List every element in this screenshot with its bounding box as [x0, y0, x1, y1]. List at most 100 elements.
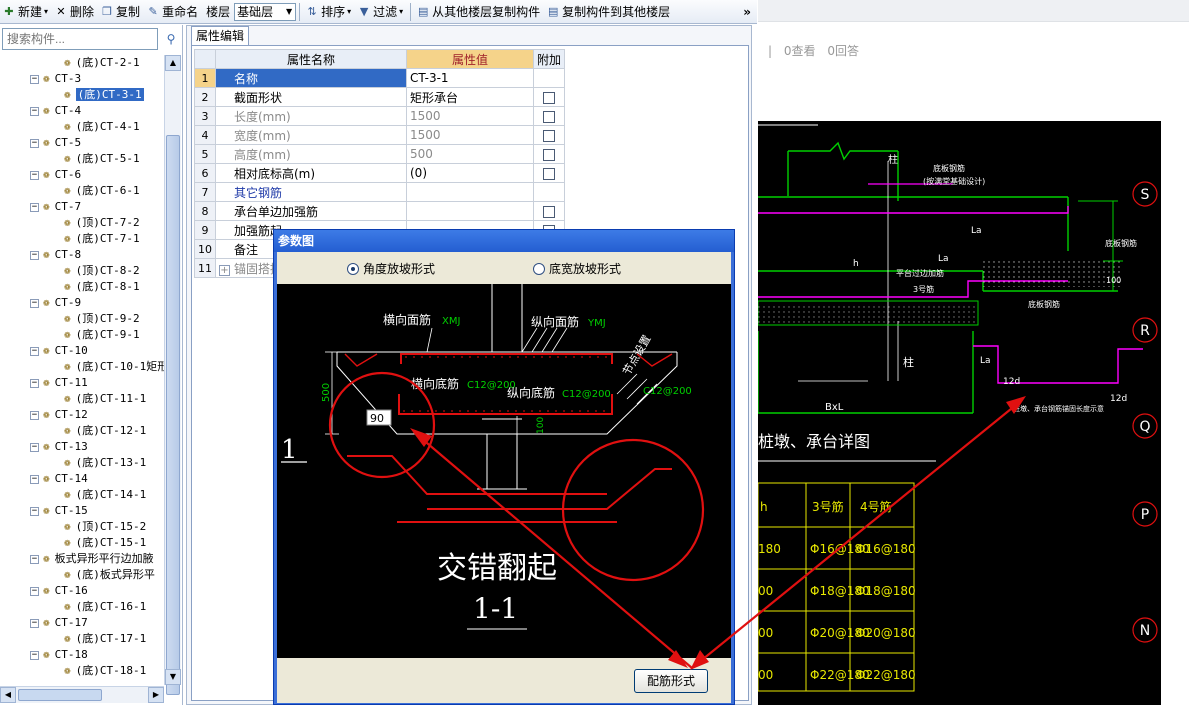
table-row[interactable]: 2 截面形状 矩形承台 — [194, 87, 566, 107]
collapse-icon[interactable]: − — [30, 650, 39, 660]
collapse-icon[interactable]: − — [30, 618, 39, 628]
tree-item[interactable]: ❁ (底)CT-18-1 — [64, 663, 146, 679]
tree-group[interactable]: − ❁ CT-9 — [30, 295, 81, 311]
angle-input[interactable]: 90 — [370, 412, 384, 425]
copy-to-floor-button[interactable]: ▤ 复制构件到其他楼层 — [544, 1, 672, 23]
tree-item[interactable]: ❁ (底)板式异形平 — [64, 567, 155, 583]
property-value[interactable]: (0) — [406, 163, 534, 183]
property-value[interactable]: CT-3-1 — [406, 68, 534, 88]
rename-button[interactable]: ✎ 重命名 — [144, 1, 200, 23]
collapse-icon[interactable]: − — [30, 250, 39, 260]
search-icon[interactable]: ⚲ — [161, 28, 181, 50]
tree-group[interactable]: − ❁ CT-13 — [30, 439, 88, 455]
collapse-icon[interactable]: − — [30, 586, 39, 596]
tree-group[interactable]: − ❁ CT-18 — [30, 647, 88, 663]
tree-item[interactable]: ❁ (顶)CT-8-2 — [64, 263, 140, 279]
delete-button[interactable]: ✕ 删除 — [52, 1, 96, 23]
scroll-down-icon[interactable]: ▼ — [165, 669, 181, 685]
tree-group[interactable]: − ❁ CT-7 — [30, 199, 81, 215]
radio-width-slope[interactable]: 底宽放坡形式 — [533, 260, 621, 277]
tree-item[interactable]: ❁ (底)CT-13-1 — [64, 455, 146, 471]
table-row[interactable]: 3 长度(mm) 1500 — [194, 106, 566, 126]
copy-from-floor-button[interactable]: ▤ 从其他楼层复制构件 — [414, 1, 542, 23]
extra-checkbox[interactable] — [543, 205, 555, 218]
tree-group[interactable]: − ❁ CT-17 — [30, 615, 88, 631]
tree-horizontal-scrollbar[interactable]: ◀ ▶ — [0, 686, 164, 703]
tree-group[interactable]: − ❁ CT-15 — [30, 503, 88, 519]
search-input[interactable] — [2, 28, 158, 50]
collapse-icon[interactable]: − — [30, 170, 39, 180]
tree-item[interactable]: ❁ (底)CT-15-1 — [64, 535, 146, 551]
tree-item[interactable]: ❁ (顶)CT-9-2 — [64, 311, 140, 327]
tree-group[interactable]: − ❁ CT-10 — [30, 343, 88, 359]
property-value[interactable]: 500 — [406, 144, 534, 164]
tree-group[interactable]: − ❁ CT-4 — [30, 103, 81, 119]
scroll-thumb[interactable] — [18, 689, 102, 701]
tree-group[interactable]: − ❁ CT-3 — [30, 71, 81, 87]
expand-icon[interactable]: + — [219, 264, 230, 276]
copy-button[interactable]: ❐ 复制 — [98, 1, 142, 23]
collapse-icon[interactable]: − — [30, 298, 39, 308]
tree-item[interactable]: ❁ (底)CT-17-1 — [64, 631, 146, 647]
table-row[interactable]: 1 名称 CT-3-1 — [194, 68, 566, 88]
floor-select[interactable]: 基础层 ▼ — [234, 2, 297, 21]
dialog-title[interactable]: 参数图 — [274, 230, 734, 252]
tree-item[interactable]: ❁ (底)CT-7-1 — [64, 231, 140, 247]
table-row[interactable]: 4 宽度(mm) 1500 — [194, 125, 566, 145]
extra-checkbox[interactable] — [543, 110, 555, 123]
tree-group[interactable]: − ❁ CT-8 — [30, 247, 81, 263]
collapse-icon[interactable]: − — [30, 474, 39, 484]
tree-group[interactable]: − ❁ 板式异形平行边加腋 — [30, 551, 154, 567]
collapse-icon[interactable]: − — [30, 506, 39, 516]
tree-item[interactable]: ❁ (底)CT-3-1 — [64, 87, 144, 103]
tree-group[interactable]: − ❁ CT-11 — [30, 375, 88, 391]
collapse-icon[interactable]: − — [30, 410, 39, 420]
tree-item[interactable]: ❁ (顶)CT-15-2 — [64, 519, 146, 535]
collapse-icon[interactable]: − — [30, 554, 39, 564]
table-row[interactable]: 8 承台单边加强筋 — [194, 201, 566, 221]
tree-item[interactable]: ❁ (底)CT-4-1 — [64, 119, 140, 135]
property-value[interactable]: 1500 — [406, 106, 534, 126]
collapse-icon[interactable]: − — [30, 74, 39, 84]
collapse-icon[interactable]: − — [30, 106, 39, 116]
tree-item[interactable]: ❁ (底)CT-8-1 — [64, 279, 140, 295]
filter-button[interactable]: ▼ 过滤 ▾ — [355, 1, 405, 23]
collapse-icon[interactable]: − — [30, 202, 39, 212]
collapse-icon[interactable]: − — [30, 138, 39, 148]
tree-item[interactable]: ❁ (底)CT-11-1 — [64, 391, 146, 407]
property-value[interactable] — [406, 182, 534, 202]
tree-item[interactable]: ❁ (底)CT-9-1 — [64, 327, 140, 343]
tab-property-edit[interactable]: 属性编辑 — [191, 26, 249, 45]
tree-item[interactable]: ❁ (底)CT-2-1 — [64, 55, 140, 71]
table-row[interactable]: 7 其它钢筋 — [194, 182, 566, 202]
rebar-form-button[interactable]: 配筋形式 — [634, 669, 708, 693]
tree-group[interactable]: − ❁ CT-12 — [30, 407, 88, 423]
tree-group[interactable]: − ❁ CT-6 — [30, 167, 81, 183]
tree-vertical-scrollbar[interactable]: ▲ ▼ — [164, 55, 181, 695]
toolbar-overflow-button[interactable]: » — [743, 5, 751, 19]
sort-button[interactable]: ⇅ 排序 ▾ — [303, 1, 353, 23]
scroll-right-icon[interactable]: ▶ — [148, 687, 164, 703]
scroll-up-icon[interactable]: ▲ — [165, 55, 181, 71]
extra-checkbox[interactable] — [543, 167, 555, 180]
property-value[interactable]: 1500 — [406, 125, 534, 145]
new-button[interactable]: ✚ 新建 ▾ — [0, 1, 50, 23]
table-row[interactable]: 5 高度(mm) 500 — [194, 144, 566, 164]
tree-item[interactable]: ❁ (底)CT-6-1 — [64, 183, 140, 199]
tree-group[interactable]: − ❁ CT-16 — [30, 583, 88, 599]
tree-item[interactable]: ❁ (底)CT-10-1矩形 — [64, 359, 164, 375]
tree-item[interactable]: ❁ (底)CT-5-1 — [64, 151, 140, 167]
table-row[interactable]: 6 相对底标高(m) (0) — [194, 163, 566, 183]
tree-item[interactable]: ❁ (底)CT-16-1 — [64, 599, 146, 615]
collapse-icon[interactable]: − — [30, 346, 39, 356]
extra-checkbox[interactable] — [543, 148, 555, 161]
scroll-thumb[interactable] — [166, 135, 180, 695]
collapse-icon[interactable]: − — [30, 378, 39, 388]
scroll-left-icon[interactable]: ◀ — [0, 687, 16, 703]
tree-item[interactable]: ❁ (底)CT-12-1 — [64, 423, 146, 439]
collapse-icon[interactable]: − — [30, 442, 39, 452]
tree-group[interactable]: − ❁ CT-14 — [30, 471, 88, 487]
extra-checkbox[interactable] — [543, 129, 555, 142]
property-value[interactable] — [406, 201, 534, 221]
tree-item[interactable]: ❁ (底)CT-14-1 — [64, 487, 146, 503]
